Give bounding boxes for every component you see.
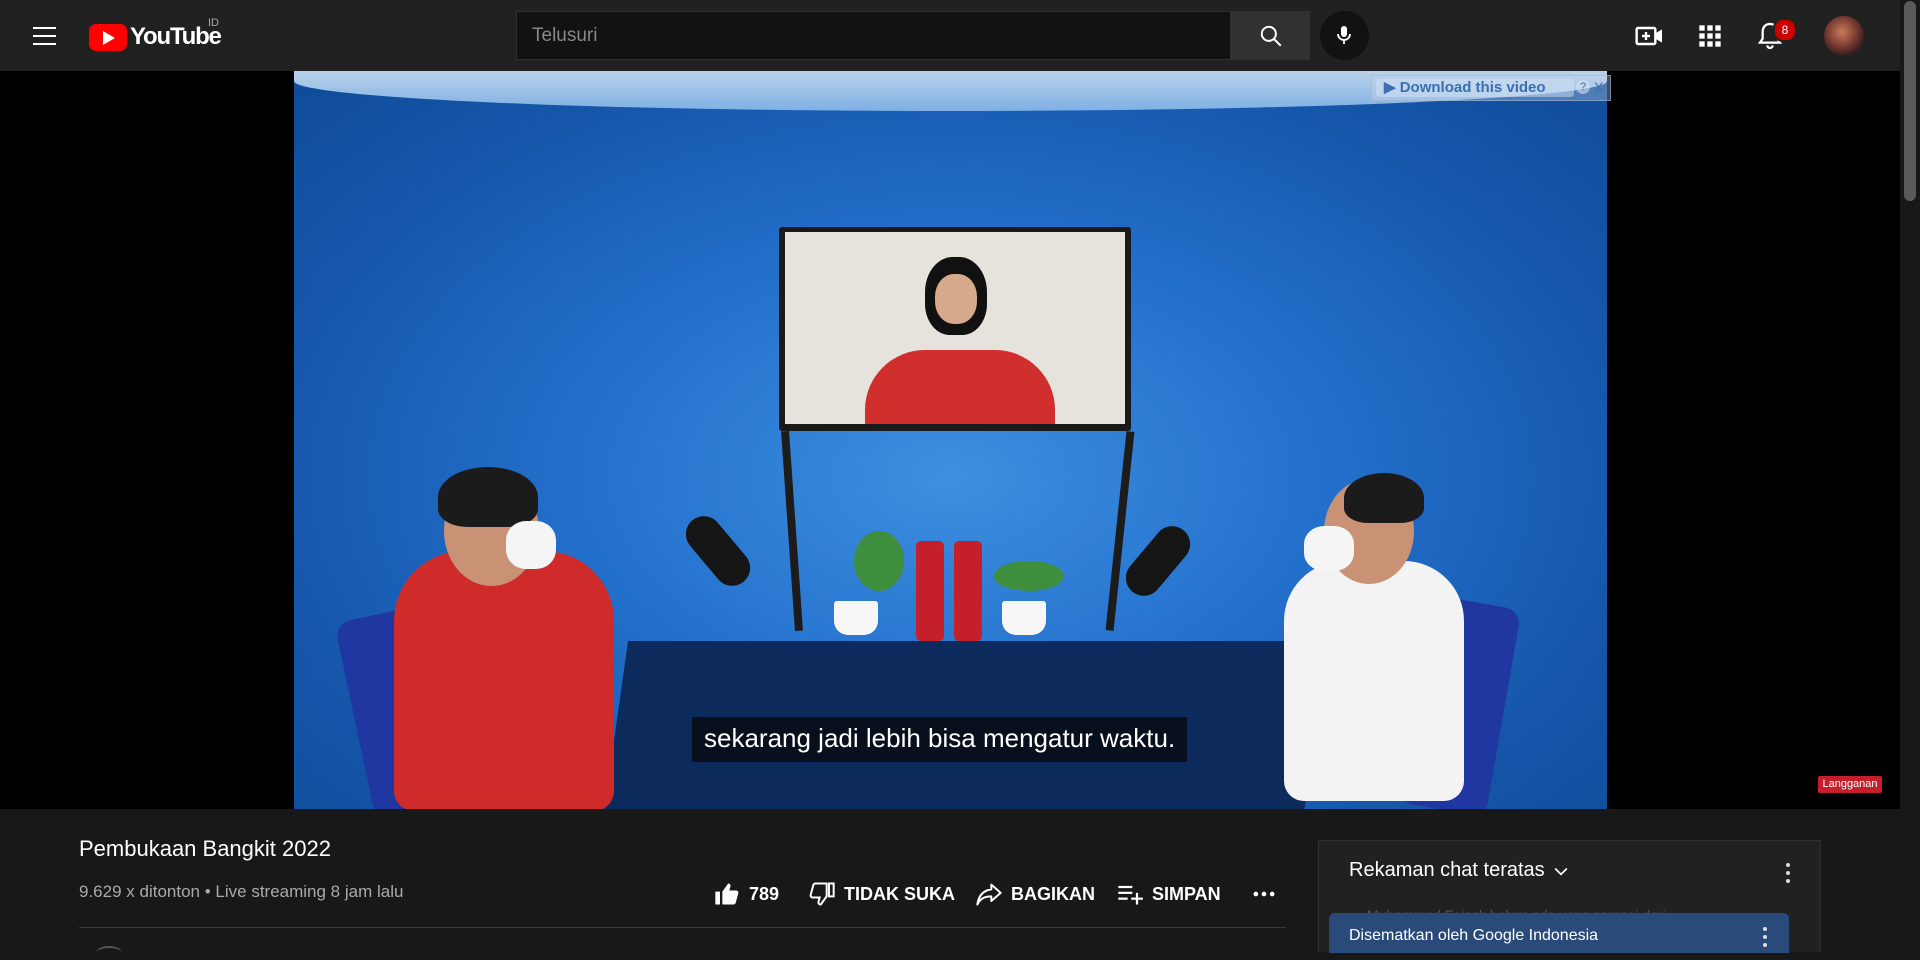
- cup-right: [1002, 601, 1046, 635]
- download-video-button[interactable]: ▶ Download this video: [1376, 79, 1574, 97]
- notification-badge: 8: [1773, 18, 1797, 42]
- search-icon: [1260, 25, 1282, 47]
- more-actions-button[interactable]: [1250, 878, 1286, 910]
- view-count: 9.629 x ditonton: [79, 882, 200, 901]
- chat-mode-dropdown[interactable]: Rekaman chat teratas: [1349, 859, 1571, 882]
- microphone-right: [1118, 518, 1198, 604]
- tv-stand-left: [781, 430, 803, 632]
- chevron-down-icon: [1554, 867, 1568, 876]
- search-input[interactable]: [517, 12, 1232, 59]
- video-title: Pembukaan Bangkit 2022: [79, 836, 331, 861]
- dislike-button[interactable]: TIDAK SUKA: [808, 878, 955, 910]
- plant-left: [854, 531, 904, 591]
- share-icon: [976, 883, 1002, 906]
- thumbs-down-icon: [809, 882, 835, 906]
- thumbs-up-icon: [715, 883, 739, 905]
- save-label: SIMPAN: [1152, 883, 1221, 904]
- region-code: ID: [208, 17, 219, 29]
- video-player: sekarang jadi lebih bisa mengatur waktu.…: [0, 71, 1900, 809]
- info-divider: [79, 927, 1286, 928]
- bottle-right: [954, 541, 982, 641]
- search-button[interactable]: [1231, 11, 1310, 60]
- download-help-button[interactable]: ?: [1576, 80, 1590, 94]
- voice-search-button[interactable]: [1320, 11, 1369, 60]
- microphone-left: [678, 508, 758, 594]
- live-chat-panel: Rekaman chat teratas Muhammad Faisal: be…: [1318, 840, 1821, 953]
- mic-icon: [1337, 26, 1351, 44]
- download-extension-bar: ▶ Download this video ? X: [1371, 75, 1611, 101]
- share-label: BAGIKAN: [1011, 883, 1095, 904]
- chat-mode-label: Rekaman chat teratas: [1349, 859, 1545, 881]
- plant-right: [994, 561, 1064, 591]
- bottle-left: [916, 541, 944, 641]
- apps-icon[interactable]: [1694, 20, 1726, 52]
- channel-avatar[interactable]: [96, 946, 122, 960]
- tv-stand-right: [1105, 431, 1135, 631]
- top-bar: YouTube ID Telusuri 8: [0, 0, 1900, 71]
- chat-menu-icon[interactable]: [1779, 859, 1799, 887]
- dislike-label: TIDAK SUKA: [844, 883, 955, 904]
- youtube-play-icon: [89, 23, 127, 51]
- video-meta: 9.629 x ditonton • Live streaming 8 jam …: [79, 882, 403, 902]
- youtube-logo[interactable]: YouTube ID: [89, 17, 222, 52]
- download-close-button[interactable]: X: [1594, 79, 1603, 95]
- cup-left: [834, 601, 878, 635]
- tv-monitor: [779, 227, 1131, 431]
- scroll-thumb[interactable]: [1904, 1, 1916, 201]
- video-frame[interactable]: sekarang jadi lebih bisa mengatur waktu.: [294, 71, 1607, 809]
- save-button[interactable]: SIMPAN: [1116, 878, 1221, 910]
- like-button[interactable]: 789: [713, 878, 779, 910]
- subscribe-watermark[interactable]: Langganan: [1818, 776, 1882, 793]
- stream-date: Live streaming 8 jam lalu: [215, 882, 404, 901]
- menu-icon[interactable]: [28, 20, 62, 52]
- add-to-playlist-icon: [1118, 885, 1143, 905]
- pinned-message-label: Disematkan oleh Google Indonesia: [1349, 927, 1599, 944]
- pinned-menu-icon[interactable]: [1757, 923, 1773, 949]
- avatar[interactable]: [1824, 16, 1864, 56]
- guest-right: [1244, 471, 1474, 809]
- page-scrollbar[interactable]: [1900, 0, 1920, 952]
- host-left: [394, 461, 644, 809]
- share-button[interactable]: BAGIKAN: [975, 878, 1095, 910]
- search-box: [516, 11, 1232, 60]
- pinned-message-banner[interactable]: Disematkan oleh Google Indonesia: [1329, 913, 1789, 953]
- more-horizontal-icon: [1253, 891, 1275, 897]
- video-subtitle: sekarang jadi lebih bisa mengatur waktu.: [692, 717, 1188, 762]
- like-count: 789: [749, 883, 780, 904]
- create-video-icon[interactable]: [1634, 20, 1666, 52]
- meta-separator: •: [204, 882, 211, 901]
